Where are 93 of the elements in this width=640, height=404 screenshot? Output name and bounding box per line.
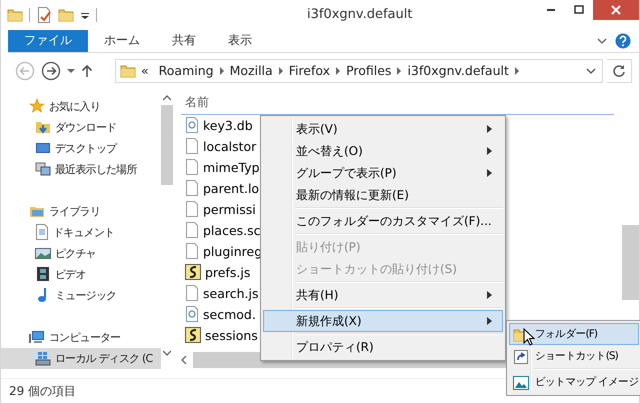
file-name[interactable]: sessions — [205, 328, 258, 343]
disk-drive-icon — [35, 350, 51, 366]
chevron-down-icon[interactable] — [597, 36, 607, 45]
window-title: i3f0xgnv.default — [307, 7, 414, 22]
ribbon-tab[interactable]: ホーム — [88, 30, 156, 52]
menu-item[interactable]: グループで表示(P) — [263, 162, 503, 184]
maximize-icon — [574, 5, 584, 15]
close-icon — [611, 5, 621, 15]
ribbon-tab[interactable]: ファイル — [8, 30, 88, 52]
file-name[interactable]: key3.db — [203, 118, 253, 133]
item-count: 29 個の項目 — [9, 382, 76, 400]
file-name[interactable]: secmod. — [203, 306, 256, 322]
file-name[interactable]: parent.lo — [203, 180, 260, 196]
file-name[interactable]: localstor — [203, 138, 256, 154]
file-icon — [185, 201, 199, 218]
address-bar[interactable]: « Roaming Mozilla Firefox Profiles i3f0xgnv.default — [115, 58, 603, 83]
download-folder-icon — [35, 119, 51, 136]
menu-item[interactable]: ビットマップ イメージ — [509, 371, 639, 393]
nav-item[interactable]: ピクチャ — [1, 242, 161, 264]
film-icon — [35, 266, 51, 282]
overflow-chevron[interactable]: « — [136, 63, 154, 78]
breadcrumb[interactable]: i3f0xgnv.default — [402, 63, 514, 78]
settings-file-icon — [185, 117, 199, 134]
chevron-right-icon — [335, 66, 342, 75]
file-icon — [185, 243, 199, 260]
nav-item[interactable]: ミュージック — [1, 284, 161, 306]
refresh-button[interactable] — [607, 58, 632, 83]
nav-item[interactable]: ライブラリ — [1, 200, 161, 222]
chevron-right-icon — [396, 66, 402, 75]
dropdown-chevron-icon[interactable] — [586, 66, 596, 75]
file-name[interactable]: prefs.js — [205, 264, 250, 280]
mouse-pointer-icon — [523, 328, 535, 346]
nav-item[interactable]: ドキュメント — [1, 222, 161, 243]
breadcrumb[interactable]: Profiles — [341, 63, 396, 78]
scrollbar-thumb[interactable] — [622, 224, 639, 300]
chevron-right-icon — [278, 66, 284, 75]
star-icon — [29, 98, 45, 114]
breadcrumb[interactable]: Roaming — [154, 63, 219, 78]
properties-icon[interactable] — [36, 6, 52, 23]
chevron-right-icon — [218, 66, 225, 75]
menu-item[interactable]: フォルダー(F) — [509, 323, 639, 345]
breadcrumb[interactable]: Mozilla — [224, 63, 278, 78]
menu-item[interactable]: 並べ替え(O) — [263, 140, 503, 162]
script-file-icon — [185, 327, 201, 344]
file-name[interactable]: search.js — [203, 286, 258, 301]
chevron-right-icon — [514, 66, 520, 75]
file-name[interactable]: mimeTyp — [203, 160, 260, 175]
nav-item[interactable]: 最近表示した場所 — [1, 158, 161, 180]
ribbon-tab[interactable]: 表示 — [212, 30, 268, 52]
nav-item[interactable]: ダウンロード — [1, 116, 161, 138]
picture-icon — [35, 245, 51, 262]
breadcrumb[interactable]: Firefox — [284, 63, 336, 78]
file-icon — [185, 180, 199, 196]
menu-item[interactable]: 新規作成(X) — [263, 310, 503, 332]
refresh-icon — [612, 64, 626, 78]
scroll-down-icon[interactable] — [163, 350, 171, 356]
file-name[interactable]: places.sc — [203, 222, 261, 238]
file-icon — [185, 222, 199, 238]
scroll-up-icon[interactable] — [163, 94, 171, 101]
recent-places-icon — [35, 161, 51, 178]
nav-item[interactable]: お気に入り — [1, 96, 161, 117]
menu-item[interactable]: 表示(V) — [263, 118, 503, 140]
up-arrow-icon[interactable] — [81, 64, 93, 78]
folder-icon — [120, 62, 136, 79]
help-icon[interactable] — [615, 32, 631, 49]
nav-item[interactable]: ローカル ディスク (C — [1, 348, 161, 369]
file-icon — [185, 159, 199, 176]
file-name[interactable]: permissi — [203, 202, 256, 217]
close-button[interactable] — [593, 0, 639, 20]
image-icon — [513, 375, 529, 391]
nav-item[interactable]: コンピューター — [1, 326, 161, 348]
menu-item[interactable]: このフォルダーのカスタマイズ(F)... — [263, 210, 503, 232]
menu-item[interactable]: 共有(H) — [263, 284, 503, 306]
file-icon — [185, 138, 199, 154]
scroll-left-icon[interactable] — [181, 356, 187, 364]
file-icon — [185, 285, 199, 302]
minimize-icon — [547, 9, 555, 11]
shortcut-icon — [513, 349, 529, 365]
file-name[interactable]: pluginreg — [203, 244, 262, 259]
menu-item[interactable]: 最新の情報に更新(E) — [263, 184, 503, 206]
folder-icon — [7, 6, 23, 23]
document-icon — [35, 224, 49, 240]
menu-item[interactable]: プロパティ(R) — [263, 336, 503, 358]
nav-item[interactable]: ビデオ — [1, 264, 161, 285]
dropdown-icon[interactable] — [67, 68, 75, 74]
settings-file-icon — [185, 306, 199, 322]
computer-icon — [29, 329, 45, 346]
scrollbar-thumb[interactable] — [161, 104, 173, 185]
script-file-icon — [185, 264, 201, 280]
new-folder-icon[interactable] — [58, 6, 74, 23]
ribbon-tab[interactable]: 共有 — [156, 30, 212, 52]
nav-item[interactable]: デスクトップ — [1, 138, 161, 159]
menu-item[interactable]: ショートカット(S) — [509, 345, 639, 367]
